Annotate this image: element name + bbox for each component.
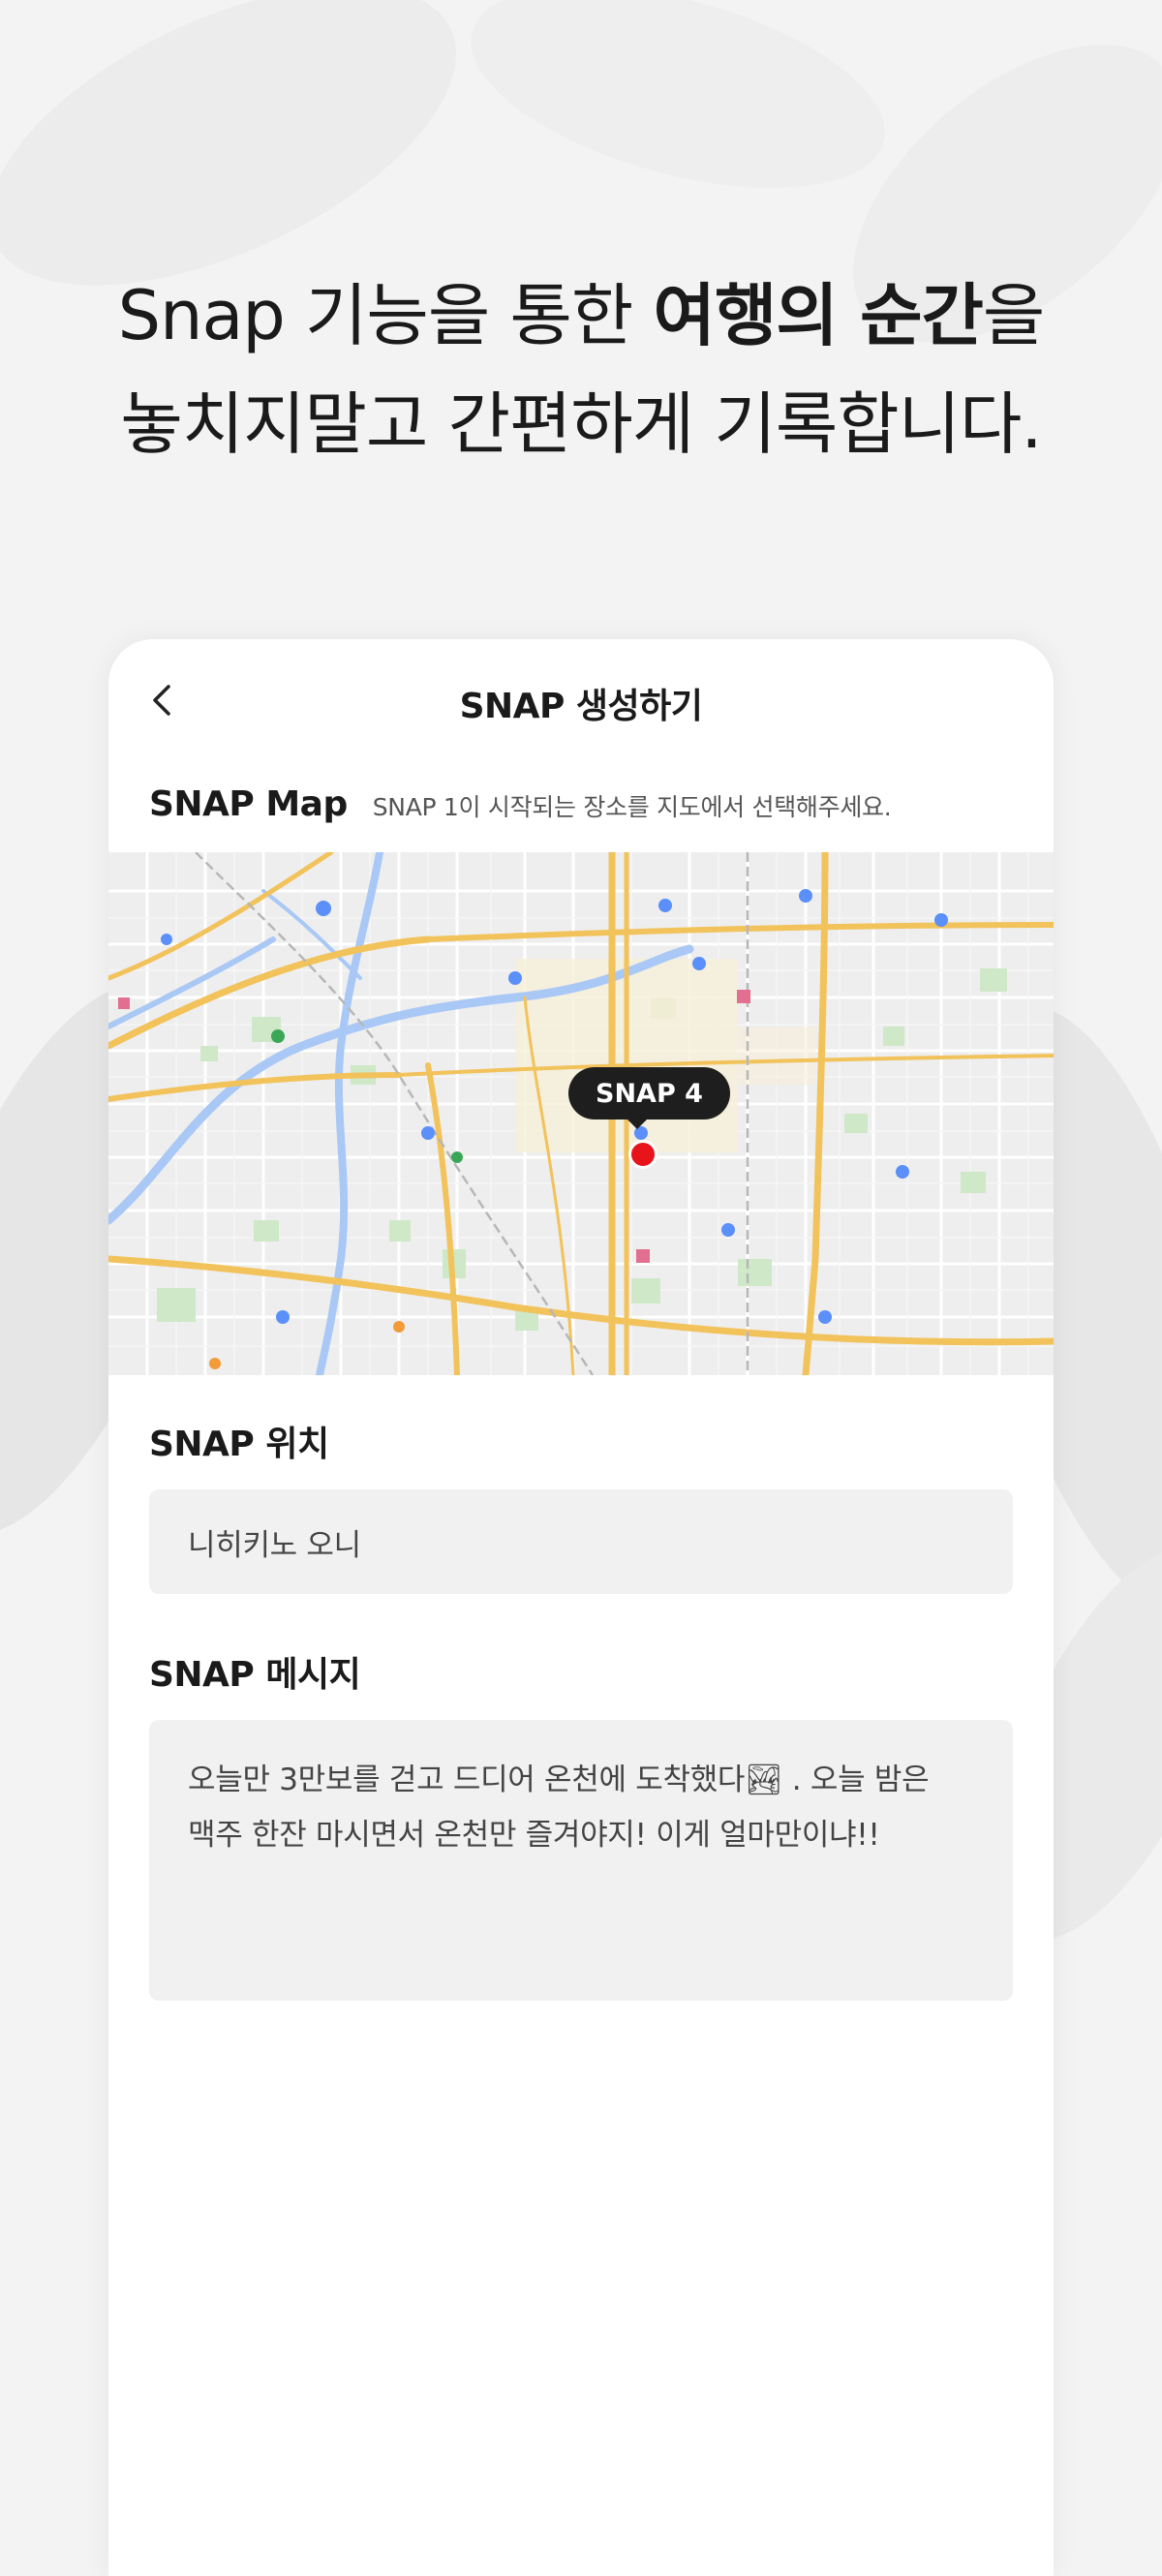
headline-line1: Snap 기능을 통한 여행의 순간을 [117, 276, 1046, 355]
map-header: SNAP Map SNAP 1이 시작되는 장소를 지도에서 선택해주세요. [149, 784, 892, 824]
snap-marker-label[interactable]: SNAP 4 [568, 1067, 730, 1119]
message-field[interactable]: 오늘만 3만보를 걷고 드디어 온천에 도착했다🏞 . 오늘 밤은 맥주 한잔 … [149, 1720, 1013, 2001]
page-title: SNAP 생성하기 [459, 687, 703, 726]
headline: Snap 기능을 통한 여행의 순간을 놓치지말고 간편하게 기록합니다. [0, 261, 1162, 478]
snap-map[interactable]: SNAP 4 [108, 852, 1054, 1375]
top-bar: SNAP 생성하기 [108, 639, 1054, 763]
location-field[interactable]: 니히키노 오니 [149, 1489, 1013, 1594]
snap-marker-pin[interactable] [628, 1140, 657, 1169]
location-label: SNAP 위치 [149, 1425, 329, 1464]
map-section-label: SNAP Map [149, 784, 348, 824]
map-section-hint: SNAP 1이 시작되는 장소를 지도에서 선택해주세요. [372, 793, 892, 821]
headline-line2: 놓치지말고 간편하게 기록합니다. [120, 384, 1042, 464]
message-label: SNAP 메시지 [149, 1655, 361, 1695]
snap-marker-pointer [626, 1118, 649, 1129]
phone-screen: SNAP 생성하기 SNAP Map SNAP 1이 시작되는 장소를 지도에서… [108, 639, 1054, 2576]
